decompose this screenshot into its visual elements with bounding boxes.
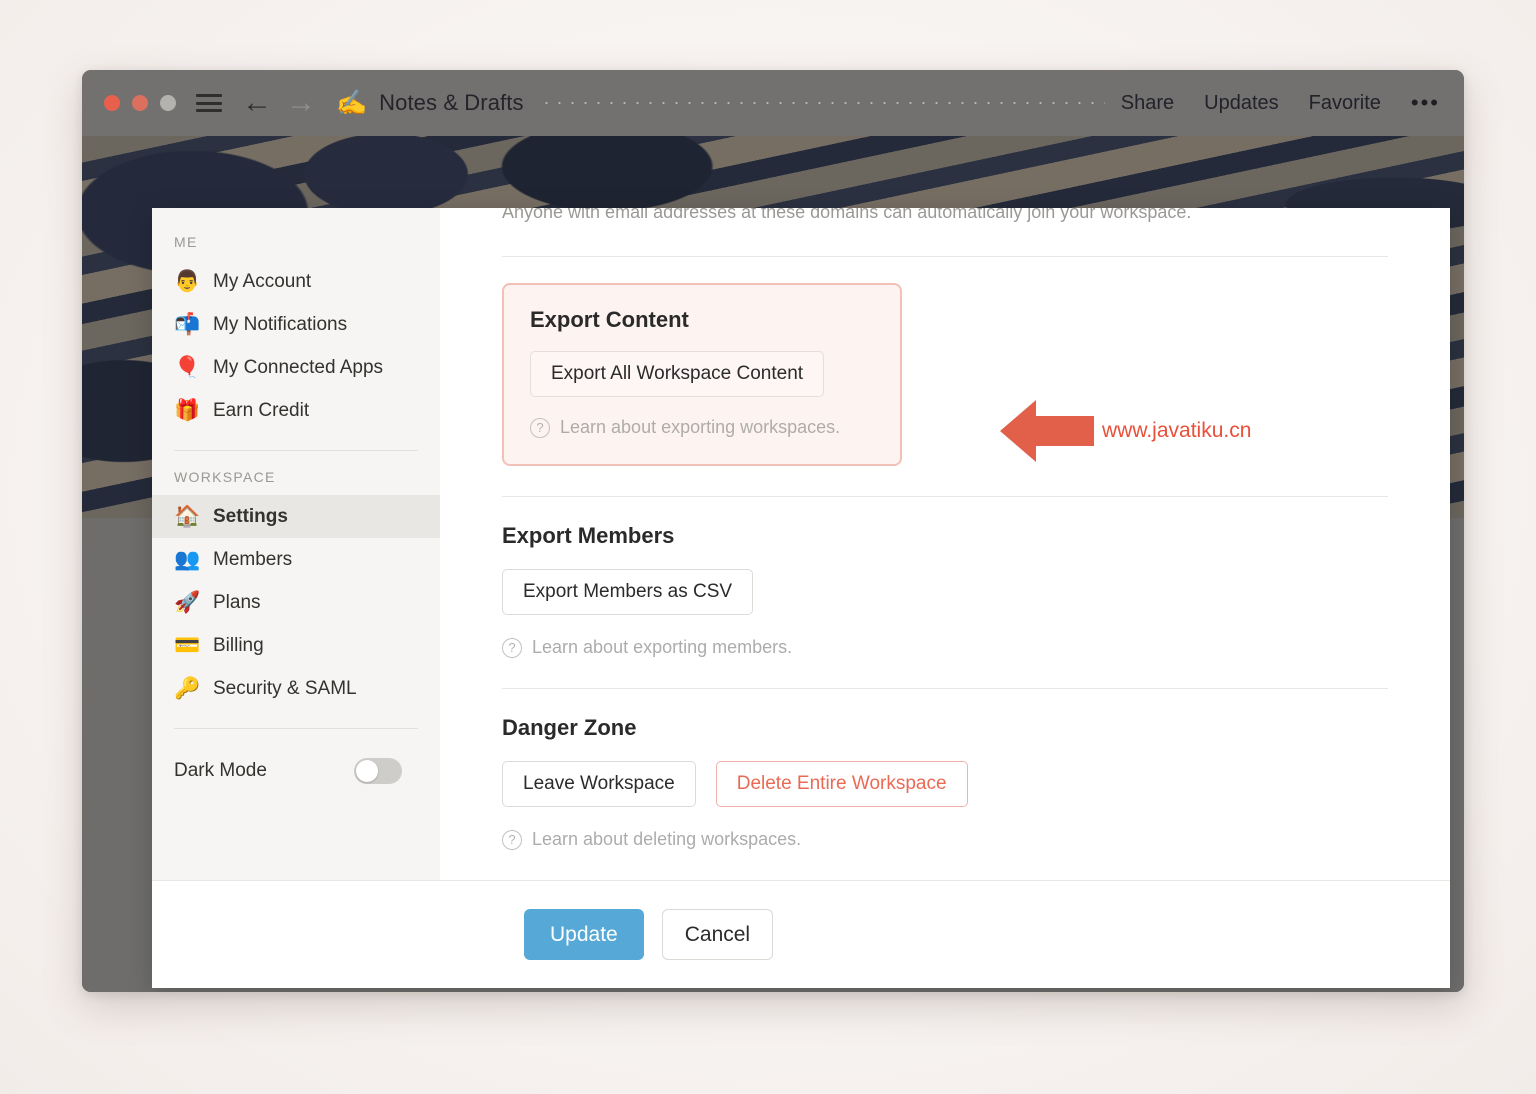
title-dot-leader — [539, 102, 1105, 104]
arrow-right-icon[interactable]: → — [286, 88, 316, 118]
danger-zone-helper[interactable]: ? Learn about deleting workspaces. — [502, 829, 1388, 850]
sidebar-item-billing[interactable]: 💳 Billing — [152, 624, 440, 667]
export-content-helper-label: Learn about exporting workspaces. — [560, 417, 841, 437]
danger-zone-title: Danger Zone — [502, 715, 637, 740]
sidebar-heading-workspace: WORKSPACE — [174, 469, 276, 485]
sidebar-heading-me: ME — [174, 234, 198, 250]
dark-mode-label: Dark Mode — [174, 760, 267, 781]
house-icon: 🏠 — [174, 505, 201, 528]
export-content-section: Export Content Export All Workspace Cont… — [502, 283, 902, 466]
sidebar-item-security-saml[interactable]: 🔑 Security & SAML — [152, 667, 440, 710]
sidebar-divider-bottom — [174, 728, 418, 729]
sidebar-item-earn-credit[interactable]: 🎁 Earn Credit — [152, 389, 440, 432]
favorite-button[interactable]: Favorite — [1309, 92, 1381, 115]
settings-modal-body: ME 👨 My Account 📬 My Notifications 🎈 My … — [152, 208, 1450, 880]
updates-button[interactable]: Updates — [1204, 92, 1279, 115]
close-button[interactable] — [104, 95, 120, 111]
mailbox-icon: 📬 — [174, 313, 201, 336]
titlebar-actions: Share Updates Favorite ••• — [1121, 90, 1440, 116]
danger-zone-buttons: Leave Workspace Delete Entire Workspace — [502, 761, 1388, 807]
update-button[interactable]: Update — [524, 909, 644, 960]
balloon-icon: 🎈 — [174, 356, 201, 379]
people-icon: 👥 — [174, 548, 201, 571]
dark-mode-row[interactable]: Dark Mode — [152, 747, 440, 791]
danger-zone-section: Danger Zone Leave Workspace Delete Entir… — [502, 689, 1388, 850]
export-members-helper[interactable]: ? Learn about exporting members. — [502, 637, 1388, 658]
sidebar-item-my-account[interactable]: 👨 My Account — [152, 260, 440, 303]
sidebar-item-my-notifications[interactable]: 📬 My Notifications — [152, 303, 440, 346]
export-members-title: Export Members — [502, 523, 675, 548]
settings-modal: ME 👨 My Account 📬 My Notifications 🎈 My … — [152, 208, 1450, 988]
watermark-url: www.javatiku.cn — [1102, 419, 1252, 442]
sidebar-item-my-connected-apps[interactable]: 🎈 My Connected Apps — [152, 346, 440, 389]
clipped-domain-note: Anyone with email addresses at these dom… — [502, 208, 1192, 222]
share-button[interactable]: Share — [1121, 92, 1174, 115]
sidebar-item-label: My Connected Apps — [213, 356, 384, 378]
export-content-helper[interactable]: ? Learn about exporting workspaces. — [530, 417, 874, 438]
delete-entire-workspace-button[interactable]: Delete Entire Workspace — [715, 761, 968, 807]
key-icon: 🔑 — [174, 677, 201, 700]
toggle-knob — [356, 760, 378, 782]
sidebar-item-label: Security & SAML — [213, 677, 357, 699]
window-titlebar: ← → ✍️ Notes & Drafts Share Updates Favo… — [82, 70, 1464, 136]
sidebar-item-label: Members — [213, 548, 293, 570]
cancel-button[interactable]: Cancel — [661, 909, 774, 960]
export-members-section: Export Members Export Members as CSV ? L… — [502, 497, 1388, 658]
settings-footer: Update Cancel — [152, 880, 1450, 988]
traffic-lights[interactable] — [104, 95, 176, 111]
sidebar-item-label: Earn Credit — [213, 399, 310, 421]
document-emoji-icon: ✍️ — [336, 88, 368, 117]
sidebar-item-label: Settings — [213, 505, 288, 527]
question-mark-icon: ? — [502, 829, 522, 850]
arrow-left-annotation-icon — [995, 395, 1099, 467]
sidebar-item-label: My Notifications — [213, 313, 348, 335]
person-icon: 👨 — [174, 270, 201, 293]
sidebar-item-label: Billing — [213, 634, 264, 656]
export-members-csv-button[interactable]: Export Members as CSV — [502, 569, 754, 615]
sidebar-item-members[interactable]: 👥 Members — [152, 538, 440, 581]
arrow-left-icon[interactable]: ← — [242, 88, 272, 118]
content-divider-top — [502, 256, 1388, 257]
danger-zone-helper-label: Learn about deleting workspaces. — [532, 829, 802, 849]
credit-card-icon: 💳 — [174, 634, 201, 657]
dark-mode-toggle[interactable] — [354, 758, 402, 784]
app-window: ← → ✍️ Notes & Drafts Share Updates Favo… — [82, 70, 1464, 992]
sidebar-item-plans[interactable]: 🚀 Plans — [152, 581, 440, 624]
hamburger-icon[interactable] — [196, 94, 222, 112]
gift-icon: 🎁 — [174, 399, 201, 422]
leave-workspace-button[interactable]: Leave Workspace — [502, 761, 696, 807]
sidebar-item-label: My Account — [213, 270, 312, 292]
export-all-workspace-content-button[interactable]: Export All Workspace Content — [530, 351, 825, 397]
minimize-button[interactable] — [132, 95, 148, 111]
zoom-button[interactable] — [160, 95, 176, 111]
export-content-title: Export Content — [530, 307, 689, 332]
rocket-icon: 🚀 — [174, 591, 201, 614]
export-members-helper-label: Learn about exporting members. — [532, 637, 793, 657]
document-title: Notes & Drafts — [379, 90, 524, 115]
settings-content: Anyone with email addresses at these dom… — [440, 208, 1450, 880]
sidebar-divider — [174, 450, 418, 451]
settings-sidebar: ME 👨 My Account 📬 My Notifications 🎈 My … — [152, 208, 440, 880]
sidebar-item-settings[interactable]: 🏠 Settings — [152, 495, 440, 538]
question-mark-icon: ? — [530, 417, 550, 438]
question-mark-icon: ? — [502, 637, 522, 658]
sidebar-item-label: Plans — [213, 591, 261, 613]
document-background: ? ME 👨 My Account 📬 My Notifications — [82, 136, 1464, 992]
more-options-icon[interactable]: ••• — [1411, 90, 1440, 116]
